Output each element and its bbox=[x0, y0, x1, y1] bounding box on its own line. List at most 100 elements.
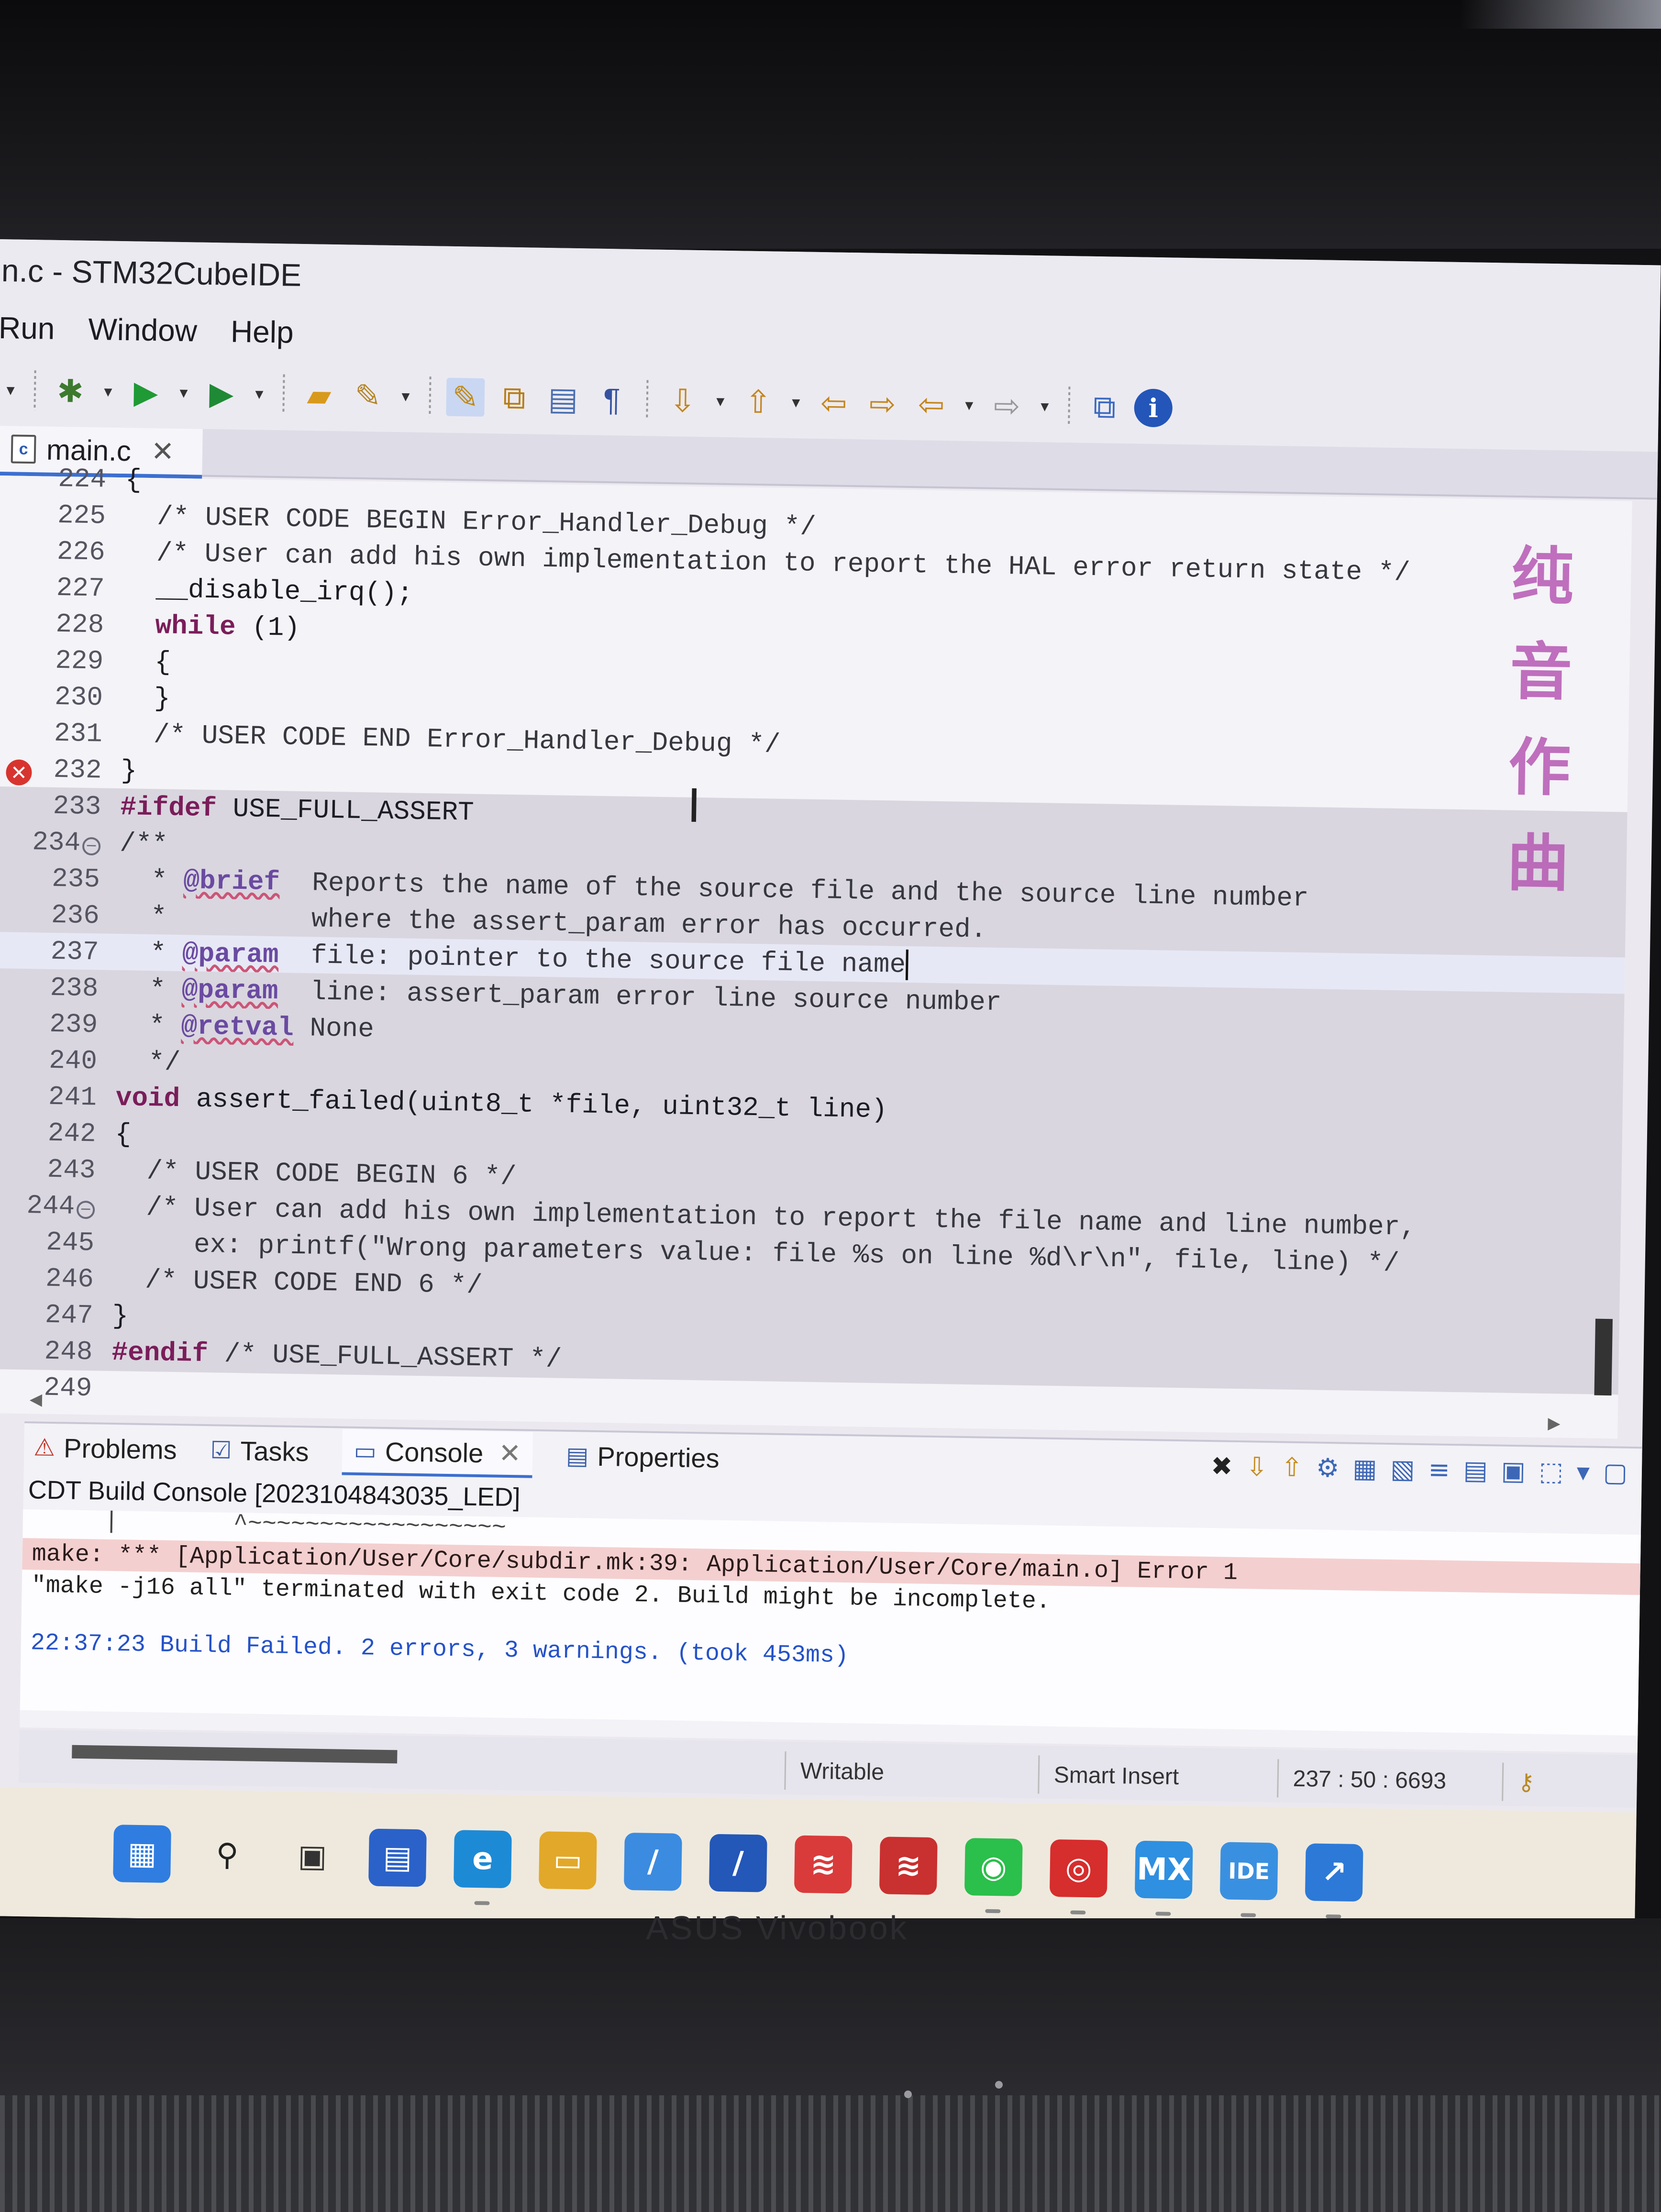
left-arrow-dropdown-icon[interactable]: ▾ bbox=[961, 386, 977, 425]
new-window-icon[interactable]: ⧉ bbox=[1085, 388, 1124, 427]
running-indicator bbox=[1155, 1912, 1171, 1916]
problems-icon: ⚠ bbox=[33, 1433, 55, 1462]
doc-icon[interactable]: ▤ bbox=[543, 379, 582, 418]
line-number: 238 bbox=[50, 972, 99, 1004]
running-indicator bbox=[985, 1909, 1001, 1913]
code-editor[interactable]: 224{225 /* USER CODE BEGIN Error_Handler… bbox=[0, 464, 1632, 1439]
debug-dropdown-icon[interactable]: ▾ bbox=[100, 372, 116, 411]
build-console-output[interactable]: | ^~~~~~~~~~~~~~~~~~~ make: *** [Applicat… bbox=[20, 1508, 1641, 1736]
menu-run[interactable]: Run bbox=[0, 310, 55, 346]
task-view-icon[interactable]: ▣ bbox=[283, 1827, 342, 1886]
overview-ruler-marker[interactable] bbox=[1594, 1318, 1613, 1396]
app-2-icon[interactable]: / bbox=[709, 1834, 767, 1892]
watermark-overlay: 纯音 作曲 bbox=[1506, 528, 1632, 913]
code-text: { bbox=[125, 465, 142, 496]
text-caret bbox=[905, 950, 908, 981]
tab-label: Tasks bbox=[240, 1435, 310, 1467]
start-icon[interactable]: ▦ bbox=[113, 1825, 171, 1883]
clear-console-icon[interactable]: ✖ bbox=[1211, 1451, 1233, 1482]
next-annotation-icon[interactable]: ⇩ bbox=[663, 381, 702, 420]
toolbar-separator bbox=[429, 376, 432, 417]
writable-status: Writable bbox=[784, 1751, 885, 1792]
monitor-bezel bbox=[0, 0, 1661, 249]
app-5-icon[interactable]: ↗ bbox=[1305, 1843, 1363, 1919]
code-text: /* USER CODE BEGIN 6 */ bbox=[114, 1155, 517, 1193]
indicator-light bbox=[904, 2090, 912, 2098]
next-annotation-dropdown-icon[interactable]: ▾ bbox=[712, 382, 729, 420]
display-console-icon[interactable]: ▧ bbox=[1390, 1453, 1415, 1484]
scroll-down-icon[interactable]: ⇩ bbox=[1246, 1451, 1268, 1482]
toolbar-separator bbox=[33, 370, 36, 411]
build-dropdown-icon[interactable]: ▾ bbox=[397, 377, 414, 416]
file-explorer-icon[interactable]: ▭ bbox=[538, 1831, 597, 1890]
pin-console-icon[interactable]: ▦ bbox=[1352, 1453, 1377, 1483]
prev-annotation-icon[interactable]: ⇧ bbox=[739, 382, 777, 421]
line-number: 237 bbox=[50, 936, 100, 968]
fold-collapse-icon[interactable]: − bbox=[82, 837, 101, 856]
link-icon[interactable]: ⧉ bbox=[495, 378, 533, 417]
prev-annotation-dropdown-icon[interactable]: ▾ bbox=[787, 383, 804, 422]
right-arrow-dropdown-icon[interactable]: ▾ bbox=[1036, 387, 1053, 426]
app-4-icon[interactable]: ≋ bbox=[879, 1836, 938, 1895]
back-icon[interactable]: ⇦ bbox=[814, 384, 853, 422]
app-3-icon[interactable]: ≋ bbox=[794, 1835, 853, 1894]
console-line: | ^~~~~~~~~~~~~~~~~~~ bbox=[32, 1506, 507, 1542]
stm32cubeide-icon[interactable]: IDE bbox=[1219, 1842, 1278, 1917]
view-menu-icon[interactable]: ▾ bbox=[1576, 1457, 1590, 1487]
highlight-pen-icon[interactable]: ✎ bbox=[446, 377, 485, 417]
open-console-icon[interactable]: ▣ bbox=[1501, 1455, 1526, 1486]
word-wrap-icon[interactable]: ≡ bbox=[1428, 1454, 1450, 1485]
edge-icon[interactable]: e bbox=[454, 1830, 512, 1905]
tasks-icon: ☑ bbox=[210, 1436, 232, 1464]
link-console-icon[interactable]: ⚙ bbox=[1316, 1452, 1340, 1483]
properties-icon: ▤ bbox=[565, 1441, 589, 1470]
scroll-right-icon[interactable]: ▶ bbox=[1548, 1414, 1561, 1433]
line-number: 247 bbox=[44, 1299, 94, 1331]
store-icon[interactable]: ▤ bbox=[368, 1828, 427, 1887]
error-marker-icon[interactable]: ✕ bbox=[6, 759, 32, 786]
search-icon[interactable]: ⚲ bbox=[198, 1826, 256, 1884]
tab-label: Problems bbox=[63, 1432, 177, 1465]
right-arrow-icon[interactable]: ⇨ bbox=[987, 386, 1026, 425]
build-wrench-icon[interactable]: ✎ bbox=[348, 376, 387, 415]
open-folder-icon[interactable]: ▰ bbox=[299, 376, 338, 414]
build-status-line: 22:37:23 Build Failed. 2 errors, 3 warni… bbox=[30, 1629, 849, 1670]
remove-launch-icon[interactable]: ▤ bbox=[1463, 1455, 1488, 1485]
toolbar-separator bbox=[282, 374, 285, 415]
info-icon[interactable]: i bbox=[1134, 388, 1173, 428]
close-icon[interactable]: ✕ bbox=[498, 1438, 521, 1470]
run-icon[interactable]: ▶ bbox=[126, 373, 165, 411]
tab-console[interactable]: ▭ Console ✕ bbox=[342, 1429, 533, 1478]
tab-properties[interactable]: ▤ Properties bbox=[566, 1440, 720, 1473]
menu-help[interactable]: Help bbox=[230, 314, 294, 350]
pilcrow-icon[interactable]: ¶ bbox=[592, 380, 631, 419]
line-number: 231 bbox=[54, 718, 103, 750]
tab-tasks[interactable]: ☑ Tasks bbox=[210, 1435, 309, 1467]
maximize-icon[interactable]: ▢ bbox=[1603, 1457, 1628, 1487]
debug-bug-icon[interactable]: ✱ bbox=[51, 372, 89, 410]
window-title: n.c - STM32CubeIDE bbox=[1, 253, 302, 293]
run-dropdown-icon[interactable]: ▾ bbox=[175, 374, 192, 412]
run-config-dropdown-icon[interactable]: ▾ bbox=[251, 375, 267, 413]
tab-problems[interactable]: ⚠ Problems bbox=[33, 1432, 177, 1465]
dropdown-icon[interactable]: ▾ bbox=[2, 371, 19, 409]
line-number: 235 bbox=[51, 863, 100, 895]
run-config-icon[interactable]: ▶ bbox=[202, 374, 241, 413]
code-text: /** bbox=[119, 828, 168, 860]
stm32cubemx-icon[interactable]: MX bbox=[1134, 1840, 1193, 1916]
menu-window[interactable]: Window bbox=[88, 311, 198, 349]
line-number: 244− bbox=[0, 1190, 105, 1222]
speaker-grille bbox=[0, 2095, 1661, 2212]
fold-collapse-icon[interactable]: − bbox=[76, 1200, 95, 1219]
forward-icon[interactable]: ⇨ bbox=[863, 384, 902, 423]
wechat-icon[interactable]: ◉ bbox=[964, 1838, 1023, 1913]
left-arrow-icon[interactable]: ⇦ bbox=[912, 385, 951, 424]
console-toolbar: ✖ ⇩ ⇧ ⚙ ▦ ▧ ≡ ▤ ▣ ⬚ ▾ ▢ bbox=[1211, 1447, 1628, 1492]
scroll-left-icon[interactable]: ◀ bbox=[30, 1390, 43, 1409]
netease-music-icon[interactable]: ◎ bbox=[1049, 1839, 1108, 1915]
line-number: 239 bbox=[49, 1008, 98, 1040]
app-1-icon[interactable]: / bbox=[623, 1832, 682, 1891]
new-console-icon[interactable]: ⬚ bbox=[1539, 1456, 1563, 1486]
horizontal-scrollbar-thumb[interactable] bbox=[72, 1745, 398, 1764]
scroll-up-icon[interactable]: ⇧ bbox=[1281, 1452, 1303, 1482]
